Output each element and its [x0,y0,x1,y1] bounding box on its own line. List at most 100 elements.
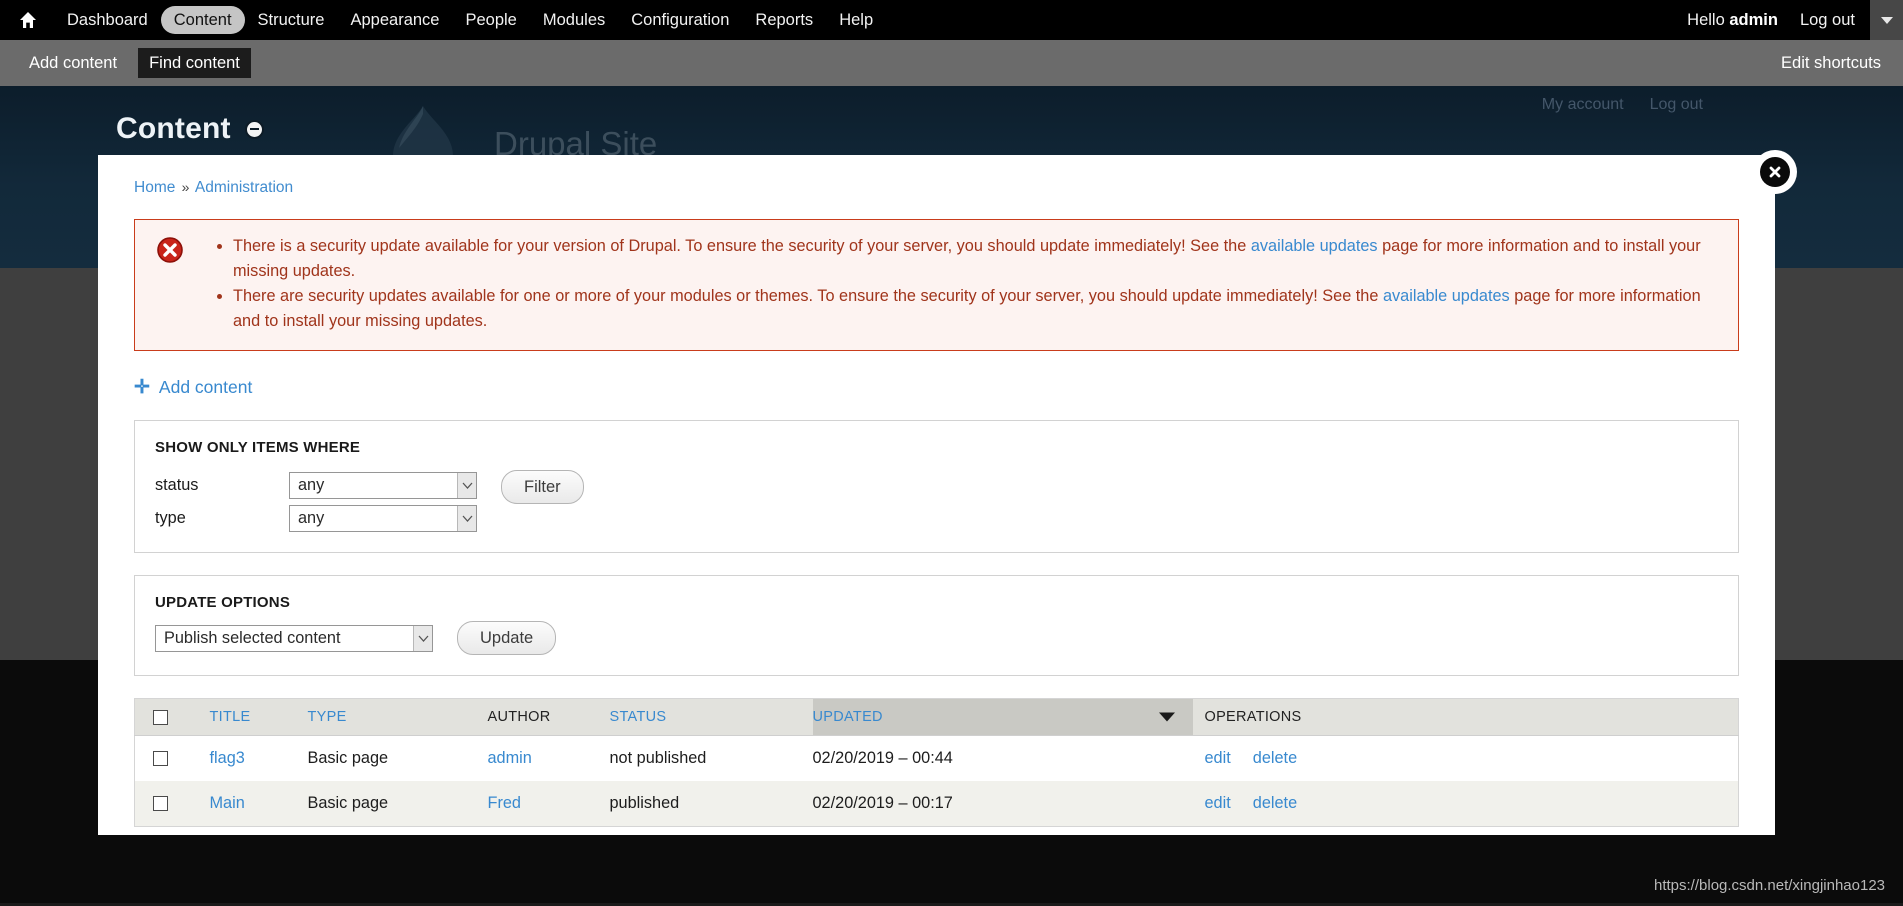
filter-panel-legend: SHOW ONLY ITEMS WHERE [155,439,361,456]
breadcrumb-item-administration[interactable]: Administration [195,179,293,196]
row-type-cell: Basic page [307,794,389,812]
row-select-cell [135,781,210,827]
content-table-body: flag3 Basic page admin not published 02/… [134,735,1739,827]
error-message-box: There is a security update available for… [134,219,1739,351]
row-select-cell [135,736,210,782]
available-updates-link[interactable]: available updates [1383,287,1510,305]
site-user-link-my-account[interactable]: My account [1542,96,1624,114]
update-button[interactable]: Update [457,621,557,655]
breadcrumb-separator: » [181,179,190,195]
status-filter-select[interactable]: any [289,472,477,499]
row-updated-cell: 02/20/2019 – 00:17 [812,794,953,812]
toolbar-item-content[interactable]: Content [160,6,245,34]
table-row: flag3 Basic page admin not published 02/… [134,735,1739,782]
filter-label-type: type [155,509,186,527]
row-status-cell: not published [609,749,707,767]
error-message-item: There are security updates available for… [233,284,1720,334]
toolbar-item-help[interactable]: Help [826,6,886,34]
content-table: TITLE TYPE AUTHOR STATUS UPDATED OPERATI… [134,698,1739,827]
page-title-text: Content [116,112,231,145]
add-content-link[interactable]: ✛ Add content [134,377,252,398]
row-type-cell: Basic page [307,749,389,767]
table-header-row: TITLE TYPE AUTHOR STATUS UPDATED OPERATI… [134,698,1739,736]
site-user-link-log-out[interactable]: Log out [1650,96,1703,114]
add-content-label: Add content [158,377,253,397]
content-modal-dialog: Home » Administration There is a securit… [98,155,1775,835]
row-updated-cell: 02/20/2019 – 00:44 [812,749,953,767]
action-links: ✛ Add content [134,377,1775,398]
toolbar-item-people[interactable]: People [452,6,529,34]
row-author-link[interactable]: Fred [488,794,521,812]
row-delete-link[interactable]: delete [1253,749,1297,768]
page-title: Content [116,112,264,146]
sort-link-type[interactable]: TYPE [308,709,347,725]
error-message-list: There is a security update available for… [215,234,1720,334]
table-header-status[interactable]: STATUS [609,698,813,736]
row-delete-link[interactable]: delete [1253,794,1297,813]
update-options-panel: UPDATE OPTIONS Publish selected content … [134,575,1739,676]
shortcut-bar: Add content Find content Edit shortcuts [0,40,1903,86]
type-filter-select[interactable]: any [289,505,477,532]
toolbar-user-area: Hello admin Log out [1679,0,1903,40]
admin-toolbar: Dashboard Content Structure Appearance P… [0,0,1903,40]
row-author-link[interactable]: admin [488,749,532,767]
row-operations-cell: edit delete [1193,736,1739,782]
shortcut-add-content[interactable]: Add content [18,48,128,78]
update-action-select[interactable]: Publish selected content [155,624,433,652]
sort-link-title[interactable]: TITLE [210,709,251,725]
chevron-down-icon [457,506,476,531]
row-edit-link[interactable]: edit [1205,749,1231,768]
error-message-item: There is a security update available for… [233,234,1720,284]
edit-shortcuts-link[interactable]: Edit shortcuts [1781,54,1881,73]
greeting-prefix: Hello [1687,10,1730,29]
site-user-links: My account Log out [1542,96,1903,114]
breadcrumb: Home » Administration [98,155,1775,197]
row-title-link[interactable]: flag3 [210,749,245,767]
table-row: Main Basic page Fred published 02/20/201… [134,781,1739,827]
table-header-type[interactable]: TYPE [307,698,488,736]
table-header-updated[interactable]: UPDATED [812,698,1193,736]
table-header-author: AUTHOR [487,698,610,736]
row-title-link[interactable]: Main [210,794,245,812]
update-action-value: Publish selected content [164,628,341,647]
row-title-cell: flag3 [210,736,308,782]
filter-row-status: status any [155,472,477,499]
minus-circle-icon[interactable] [244,119,264,139]
content-table-head: TITLE TYPE AUTHOR STATUS UPDATED OPERATI… [134,698,1739,736]
sort-link-updated[interactable]: UPDATED [813,709,883,725]
toolbar-logout-link[interactable]: Log out [1786,11,1869,30]
toolbar-greeting: Hello admin [1679,11,1786,30]
filter-label-status: status [155,476,199,494]
toolbar-item-structure[interactable]: Structure [245,6,338,34]
chevron-down-icon[interactable] [1869,0,1903,40]
toolbar-item-reports[interactable]: Reports [742,6,826,34]
watermark-url: https://blog.csdn.net/xingjinhao123 [1654,877,1885,894]
header-label-author: AUTHOR [487,709,551,725]
update-panel-legend: UPDATE OPTIONS [155,594,291,611]
status-filter-value: any [298,476,325,494]
home-icon[interactable] [18,9,38,31]
row-edit-link[interactable]: edit [1205,794,1231,813]
toolbar-menu: Dashboard Content Structure Appearance P… [54,6,886,34]
select-all-checkbox[interactable] [153,709,168,725]
toolbar-item-modules[interactable]: Modules [530,6,618,34]
table-header-title[interactable]: TITLE [209,698,308,736]
filter-row-type: type any [155,505,477,532]
chevron-down-icon [457,473,476,498]
sort-desc-arrow-icon [1158,712,1175,722]
toolbar-item-appearance[interactable]: Appearance [337,6,452,34]
filter-button[interactable]: Filter [501,470,584,504]
sort-link-status[interactable]: STATUS [610,709,667,725]
toolbar-item-dashboard[interactable]: Dashboard [54,6,161,34]
type-filter-value: any [298,509,325,527]
row-title-cell: Main [210,781,308,827]
breadcrumb-item-home[interactable]: Home [134,179,175,196]
table-header-select-all [134,698,210,736]
toolbar-item-configuration[interactable]: Configuration [618,6,742,34]
row-checkbox[interactable] [153,796,168,811]
close-circle-icon[interactable] [1760,157,1790,187]
error-octagon-icon [157,237,183,263]
shortcut-find-content[interactable]: Find content [138,48,251,78]
row-checkbox[interactable] [153,751,168,766]
available-updates-link[interactable]: available updates [1251,237,1378,255]
